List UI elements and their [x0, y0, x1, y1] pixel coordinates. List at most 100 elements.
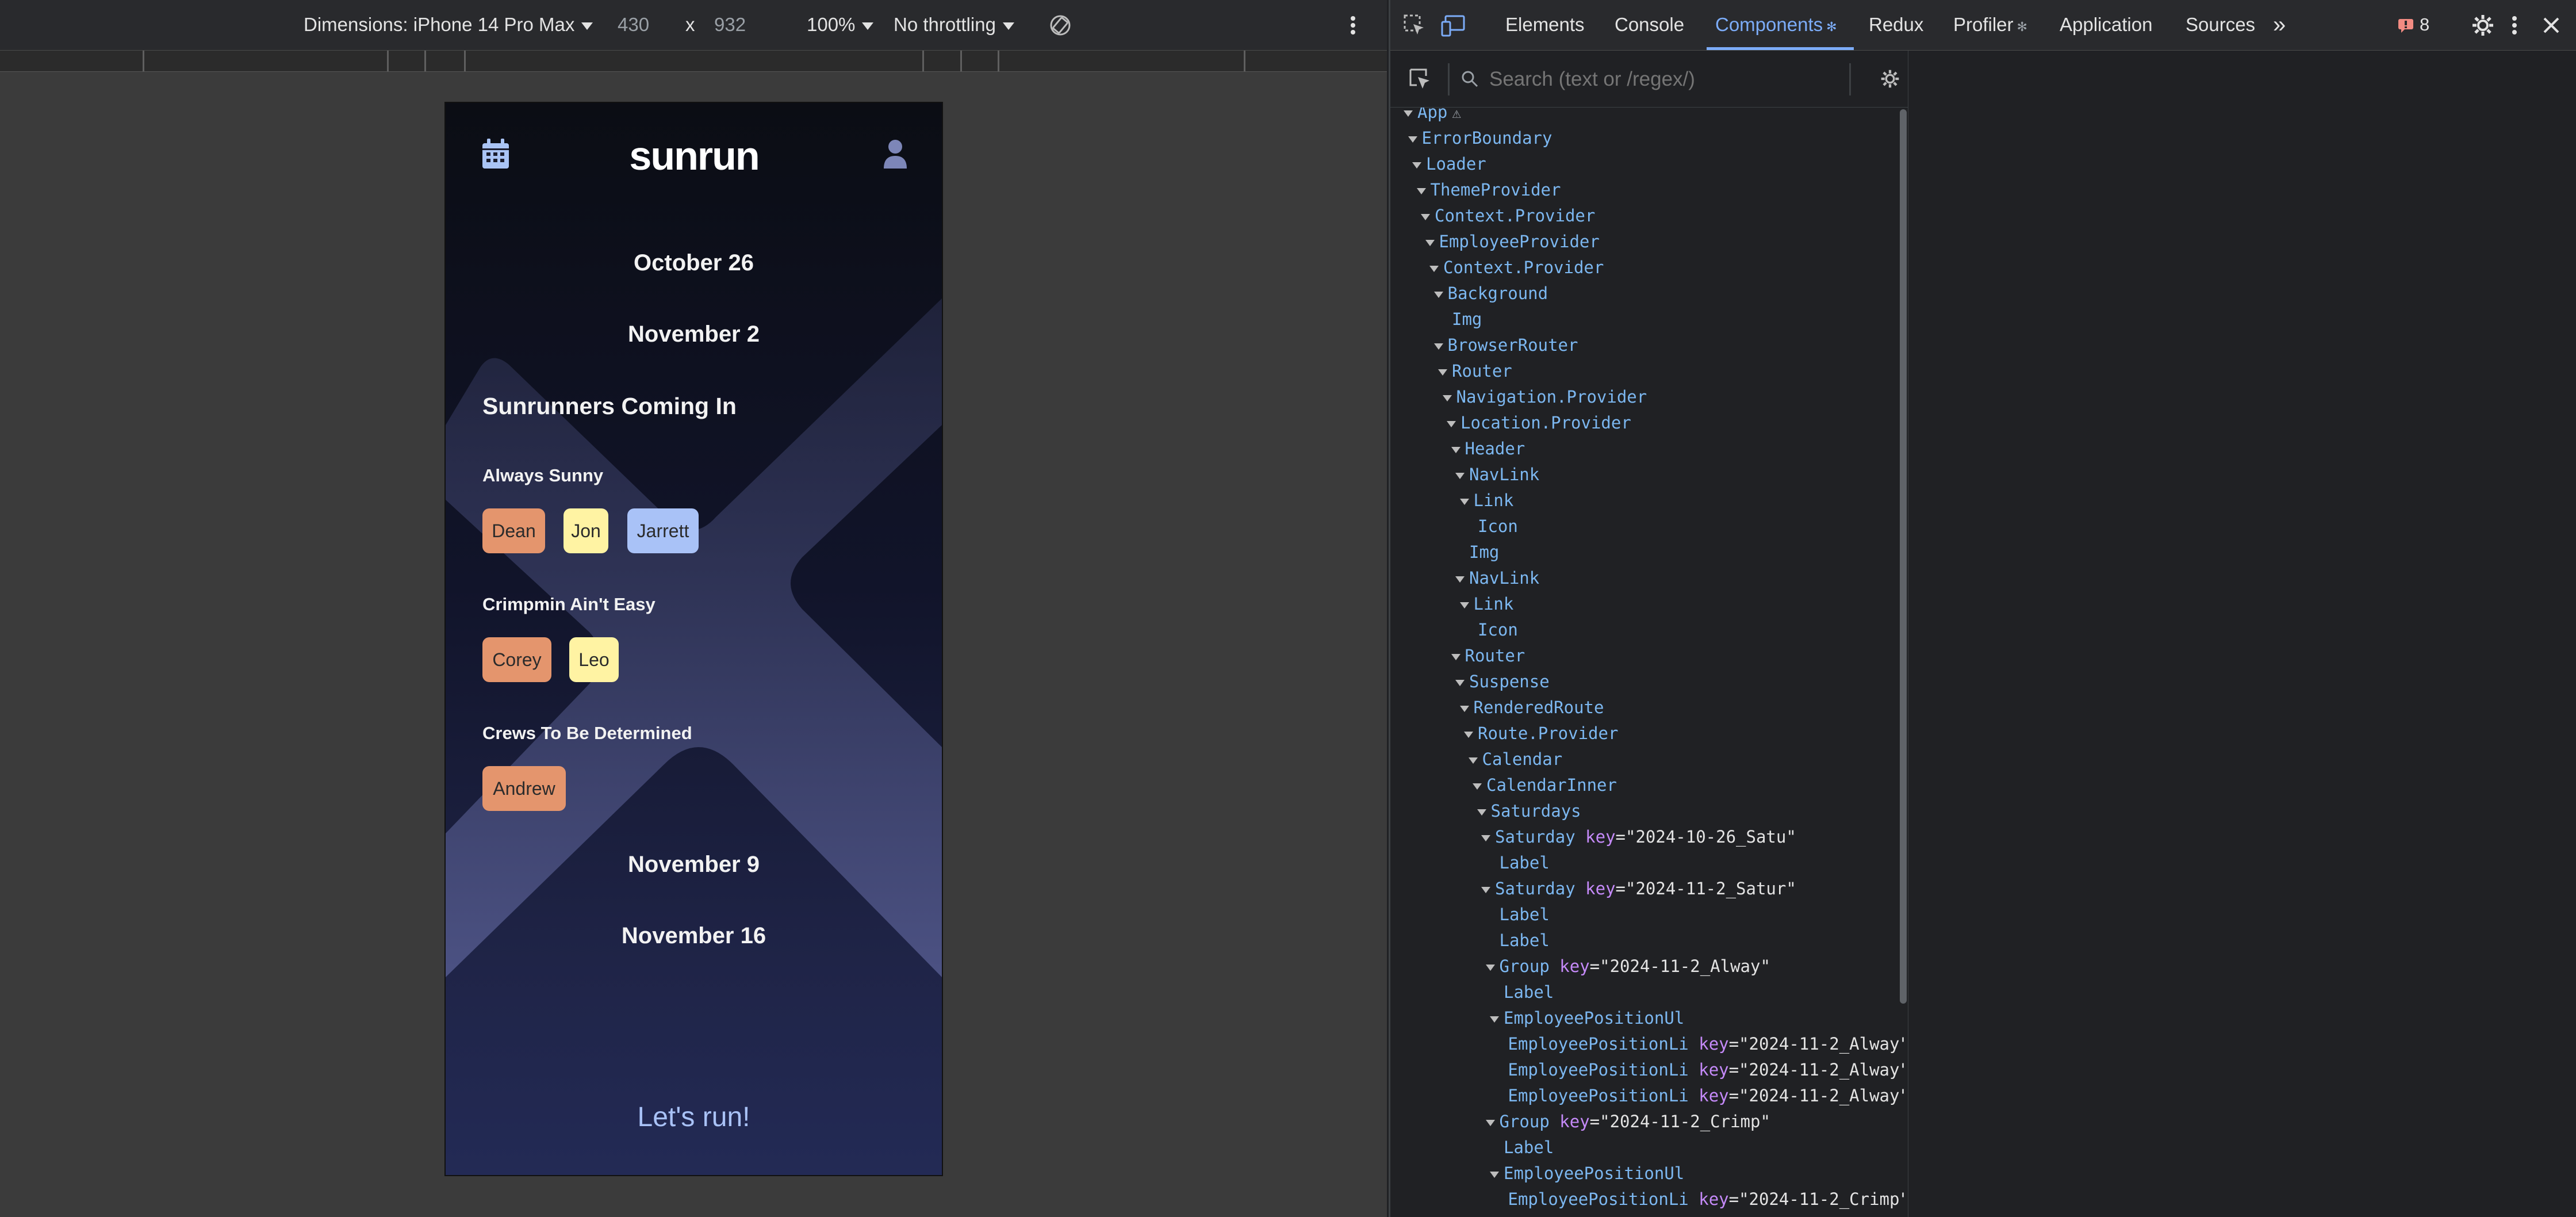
height-input[interactable]: 932 [714, 12, 746, 38]
component-settings-icon[interactable] [1880, 69, 1900, 89]
tree-node[interactable]: Link [1459, 592, 1513, 615]
tree-node[interactable]: Img [1455, 541, 1499, 564]
expand-arrow-icon[interactable] [1438, 369, 1447, 376]
width-input[interactable]: 430 [618, 12, 649, 38]
expand-arrow-icon[interactable] [1455, 576, 1465, 583]
tree-node[interactable]: EmployeePositionLi key="2024-11-2_Alway" [1494, 1084, 1906, 1107]
tree-node[interactable]: EmployeePositionLi key="2024-11-2_Crimp" [1494, 1188, 1906, 1211]
tree-node[interactable]: EmployeePositionUl [1490, 1006, 1684, 1030]
throttling-dropdown[interactable]: No throttling [894, 12, 1014, 38]
tree-node[interactable]: ErrorBoundary [1408, 127, 1552, 150]
tree-node[interactable]: NavLink [1455, 567, 1539, 590]
tree-node[interactable]: RenderedRoute [1459, 696, 1604, 719]
expand-arrow-icon[interactable] [1447, 420, 1456, 427]
tree-node[interactable]: Navigation.Provider [1442, 385, 1647, 408]
tree-node[interactable]: BrowserRouter [1433, 334, 1578, 357]
employee-chip[interactable]: Leo [569, 637, 619, 682]
tree-node[interactable]: Label [1490, 981, 1554, 1004]
expand-arrow-icon[interactable] [1421, 213, 1430, 220]
search-input[interactable] [1488, 64, 1789, 94]
expand-arrow-icon[interactable] [1464, 731, 1473, 738]
tree-node[interactable]: Label [1486, 903, 1550, 926]
expand-arrow-icon[interactable] [1459, 498, 1469, 505]
user-icon[interactable] [883, 139, 908, 170]
expand-arrow-icon[interactable] [1412, 162, 1421, 169]
more-tabs-icon[interactable]: » [2273, 12, 2286, 38]
tree-node[interactable]: Context.Provider [1429, 256, 1604, 279]
tree-node[interactable]: Icon [1464, 515, 1518, 538]
tree-node[interactable]: Link [1459, 489, 1513, 512]
tree-scrollbar[interactable] [1900, 109, 1907, 1004]
tree-node[interactable]: EmployeePositionLi key="2024-11-2_Alway" [1494, 1058, 1906, 1081]
expand-arrow-icon[interactable] [1442, 395, 1452, 401]
tab-application[interactable]: Application [2060, 12, 2152, 38]
expand-arrow-icon[interactable] [1481, 835, 1490, 841]
tree-node[interactable]: Suspense [1455, 670, 1550, 693]
tree-node[interactable]: Group key="2024-11-2_Crimp" [1485, 1110, 1770, 1133]
tree-node[interactable]: Label [1486, 851, 1550, 874]
tree-node[interactable]: Saturdays [1477, 799, 1581, 822]
employee-chip[interactable]: Corey [482, 637, 551, 682]
tree-node[interactable]: EmployeeProvider [1425, 230, 1600, 253]
settings-gear-icon[interactable] [2471, 14, 2494, 37]
date-heading[interactable]: November 9 [446, 852, 942, 878]
tree-node[interactable]: Label [1486, 929, 1550, 952]
tree-node[interactable]: Router [1451, 644, 1525, 667]
tree-node[interactable]: Saturday key="2024-10-26_Satu" [1481, 825, 1796, 848]
employee-chip[interactable]: Jon [564, 508, 608, 553]
zoom-dropdown[interactable]: 100% [807, 12, 874, 38]
tree-node[interactable]: Router [1438, 359, 1512, 382]
close-devtools-icon[interactable] [2542, 16, 2560, 35]
issues-icon[interactable] [2398, 18, 2415, 33]
expand-arrow-icon[interactable] [1433, 291, 1443, 298]
customize-devtools-icon[interactable] [2510, 14, 2518, 37]
expand-arrow-icon[interactable] [1433, 343, 1443, 350]
tree-node[interactable]: Context.Provider [1421, 204, 1595, 227]
tab-sources[interactable]: Sources [2186, 12, 2255, 38]
expand-arrow-icon[interactable] [1485, 964, 1495, 971]
device-toolbar-icon[interactable] [1441, 13, 1466, 38]
inspect-element-icon[interactable] [1403, 14, 1426, 37]
tree-node[interactable]: App ⚠ [1404, 108, 1461, 124]
expand-arrow-icon[interactable] [1455, 472, 1465, 479]
more-options-icon[interactable] [1349, 14, 1357, 37]
expand-arrow-icon[interactable] [1468, 757, 1478, 764]
tree-node[interactable]: Saturday key="2024-11-2_Satur" [1481, 877, 1796, 900]
dimensions-dropdown[interactable]: Dimensions: iPhone 14 Pro Max [304, 12, 593, 38]
media-query-ruler[interactable] [0, 51, 1387, 72]
expand-arrow-icon[interactable] [1408, 136, 1417, 143]
tree-node[interactable]: Group key="2024-11-2_Alway" [1485, 955, 1770, 978]
rotate-icon[interactable] [1048, 13, 1073, 38]
select-component-icon[interactable] [1409, 68, 1432, 91]
tree-node[interactable]: Loader [1412, 152, 1486, 175]
tree-node[interactable]: EmployeePositionLi key="2024-11-2_Alway" [1494, 1032, 1906, 1055]
tree-node[interactable]: CalendarInner [1473, 774, 1617, 797]
expand-arrow-icon[interactable] [1451, 653, 1460, 660]
tab-components[interactable]: Components ✻ [1715, 12, 1837, 38]
tab-profiler[interactable]: Profiler ✻ [1953, 12, 2027, 38]
tree-node[interactable]: Background [1433, 282, 1548, 305]
expand-arrow-icon[interactable] [1481, 886, 1490, 893]
calendar-icon[interactable] [481, 139, 510, 170]
expand-arrow-icon[interactable] [1404, 110, 1413, 117]
expand-arrow-icon[interactable] [1451, 446, 1460, 453]
employee-chip[interactable]: Jarrett [627, 508, 699, 553]
expand-arrow-icon[interactable] [1477, 809, 1486, 816]
tree-node[interactable]: Label [1490, 1136, 1554, 1159]
lets-run-button[interactable]: Let's run! [446, 1101, 942, 1133]
tree-node[interactable]: Calendar [1468, 748, 1562, 771]
expand-arrow-icon[interactable] [1485, 1119, 1495, 1126]
date-heading[interactable]: November 2 [446, 322, 942, 347]
expand-arrow-icon[interactable] [1459, 602, 1469, 608]
expand-arrow-icon[interactable] [1490, 1171, 1499, 1178]
expand-arrow-icon[interactable] [1429, 265, 1439, 272]
expand-arrow-icon[interactable] [1455, 679, 1465, 686]
tree-node[interactable]: Route.Provider [1464, 722, 1618, 745]
expand-arrow-icon[interactable] [1473, 783, 1482, 790]
component-tree[interactable]: App ⚠ ErrorBoundary Loader ThemeProvider Cont… [1390, 108, 1905, 1217]
expand-arrow-icon[interactable] [1459, 705, 1469, 712]
tree-node[interactable]: Img [1438, 308, 1482, 331]
tree-node[interactable]: NavLink [1455, 463, 1539, 486]
expand-arrow-icon[interactable] [1416, 187, 1426, 194]
date-heading[interactable]: November 16 [446, 923, 942, 949]
